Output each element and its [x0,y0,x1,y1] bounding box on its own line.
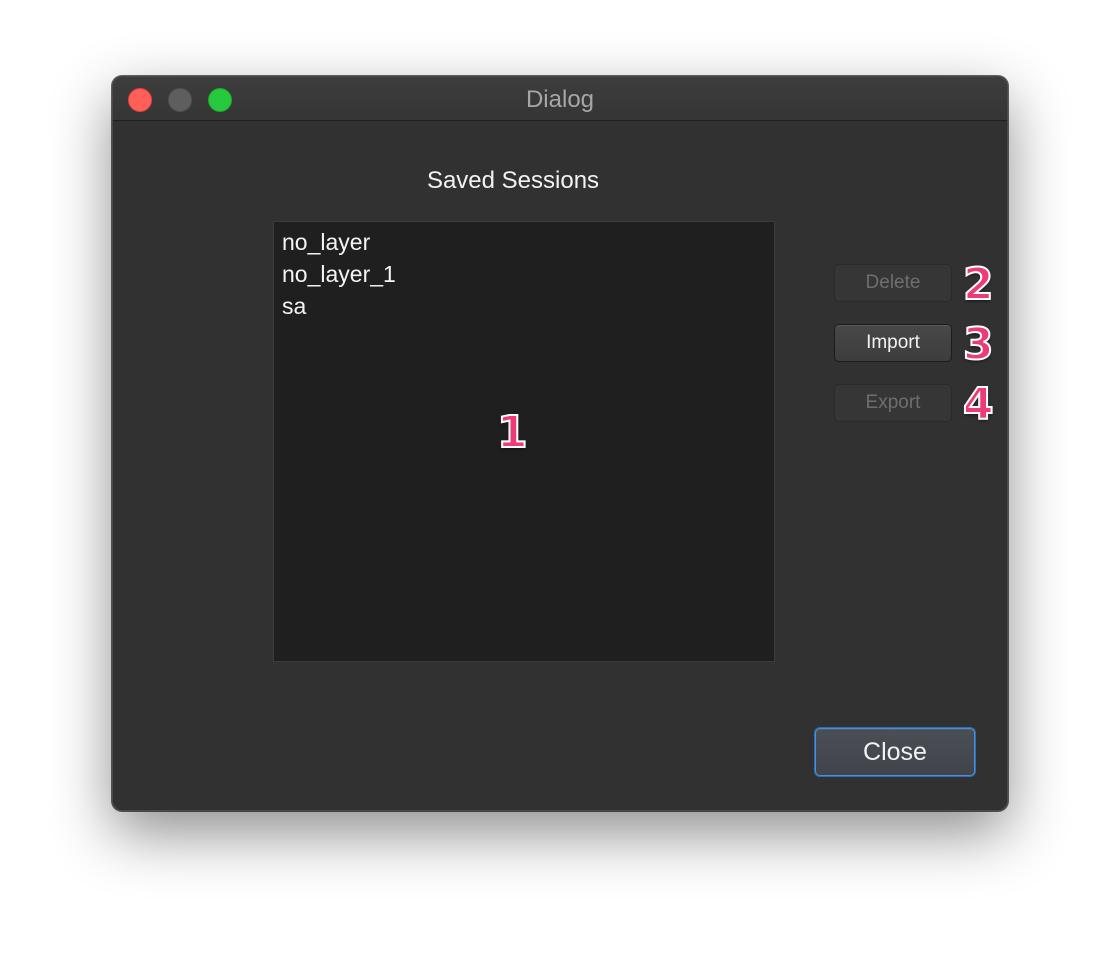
callout-marker-import: 3 [962,319,995,370]
zoom-window-icon[interactable] [208,88,232,112]
saved-sessions-heading: Saved Sessions [426,167,600,194]
callout-marker-delete: 2 [962,259,995,310]
title-bar[interactable]: Dialog [113,77,1007,121]
dialog-window: Dialog Saved Sessions no_layer no_layer_… [112,76,1008,811]
session-item-no-layer[interactable]: no_layer [274,226,774,258]
session-item-no-layer-1[interactable]: no_layer_1 [274,258,774,290]
export-button[interactable]: Export [834,384,952,422]
close-button[interactable]: Close [815,728,975,776]
minimize-window-icon[interactable] [168,88,192,112]
callout-marker-export: 4 [962,379,995,430]
callout-marker-list: 1 [496,407,529,458]
close-window-icon[interactable] [128,88,152,112]
import-button[interactable]: Import [834,324,952,362]
delete-button[interactable]: Delete [834,264,952,302]
session-item-sa[interactable]: sa [274,290,774,322]
window-title: Dialog [525,86,595,113]
